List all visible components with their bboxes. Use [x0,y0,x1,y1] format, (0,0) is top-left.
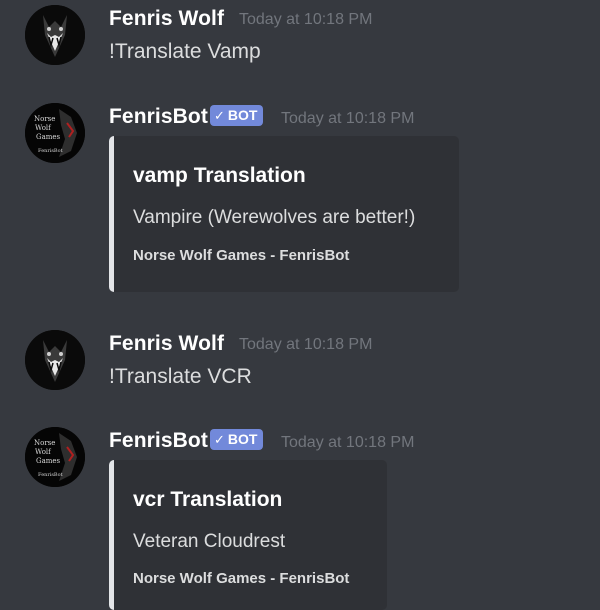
norse-wolf-games-logo-icon: Norse Wolf Games FenrisBot [25,427,85,487]
username[interactable]: Fenris Wolf [109,332,224,356]
timestamp[interactable]: Today at 10:18 PM [281,110,414,128]
embed-title: vcr Translation [133,488,283,511]
wolf-howl-avatar-icon [25,5,85,65]
embed: vcr Translation Veteran Cloudrest Norse … [109,460,387,610]
bot-tag: ✓ BOT [210,429,264,450]
message-text: !Translate Vamp [109,40,261,63]
logo-text-line: Wolf [35,124,52,132]
avatar[interactable] [25,5,85,65]
logo-text-line: FenrisBot [38,472,63,478]
username[interactable]: Fenris Wolf [109,7,224,31]
logo-text-line: Norse [34,115,55,123]
message-item: Fenris Wolf Today at 10:18 PM !Translate… [0,0,600,90]
embed-description: Vampire (Werewolves are better!) [133,207,416,228]
avatar[interactable] [25,330,85,390]
check-icon: ✓ [214,432,225,447]
bot-tag-label: BOT [227,431,258,447]
bot-tag: ✓ BOT [210,105,264,126]
avatar[interactable]: Norse Wolf Games FenrisBot [25,103,85,163]
embed: vamp Translation Vampire (Werewolves are… [109,136,459,292]
message-item: Fenris Wolf Today at 10:18 PM !Translate… [0,325,600,415]
embed-footer: Norse Wolf Games - FenrisBot [133,570,350,587]
embed-title: vamp Translation [133,164,306,187]
message-item: Norse Wolf Games FenrisBot FenrisBot ✓ B… [0,422,600,610]
bot-tag-label: BOT [227,107,258,123]
timestamp[interactable]: Today at 10:18 PM [239,336,372,354]
norse-wolf-games-logo-icon: Norse Wolf Games FenrisBot [25,103,85,163]
timestamp[interactable]: Today at 10:18 PM [281,434,414,452]
embed-description: Veteran Cloudrest [133,531,286,552]
logo-text-line: Norse [34,439,55,447]
logo-text-line: Games [36,457,61,465]
username[interactable]: FenrisBot [109,429,208,453]
avatar[interactable]: Norse Wolf Games FenrisBot [25,427,85,487]
logo-text-line: Wolf [35,448,52,456]
logo-text-line: FenrisBot [38,148,63,154]
username[interactable]: FenrisBot [109,105,208,129]
message-item: Norse Wolf Games FenrisBot FenrisBot ✓ B… [0,98,600,298]
check-icon: ✓ [214,108,225,123]
message-text: !Translate VCR [109,365,252,388]
wolf-howl-avatar-icon [25,330,85,390]
timestamp[interactable]: Today at 10:18 PM [239,11,372,29]
logo-text-line: Games [36,133,61,141]
embed-footer: Norse Wolf Games - FenrisBot [133,247,350,264]
